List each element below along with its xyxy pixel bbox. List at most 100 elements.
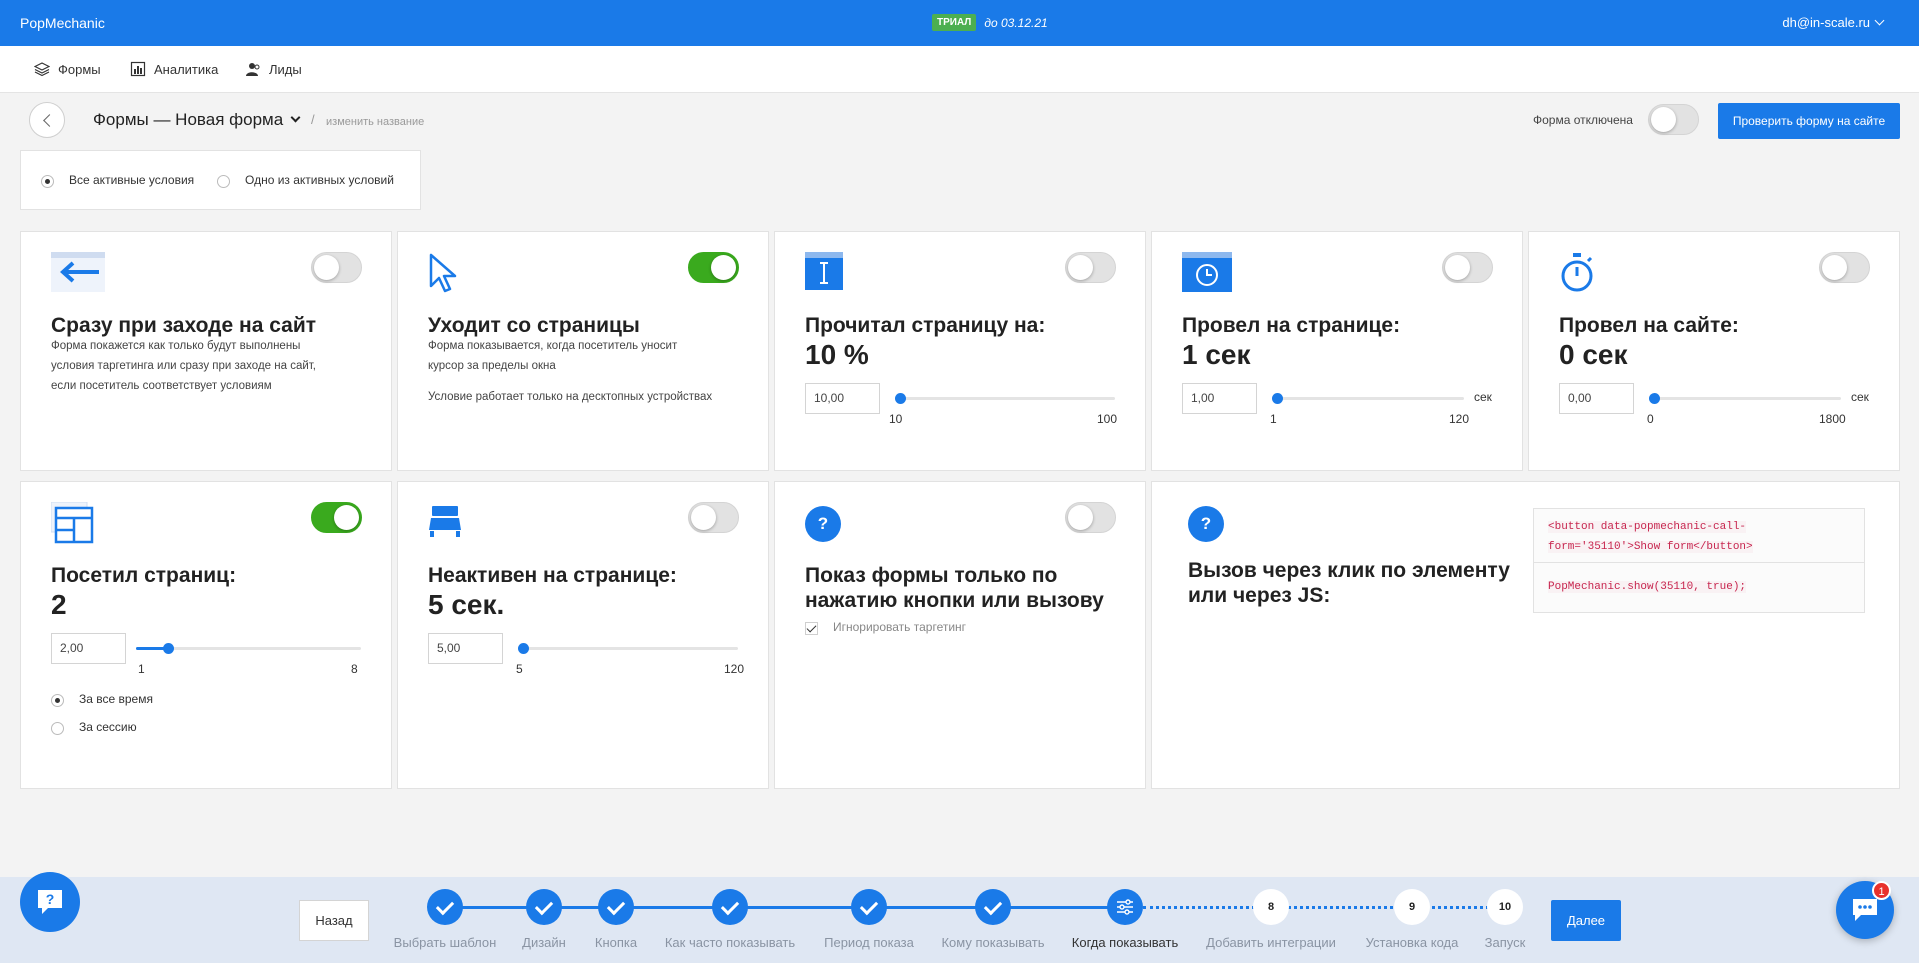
step-label[interactable]: Кнопка [595, 935, 637, 950]
page-title[interactable]: Формы — Новая форма [93, 110, 301, 130]
code-html-snippet[interactable]: <button data-popmechanic-call- form='351… [1533, 508, 1865, 563]
step-7-circle[interactable] [1107, 889, 1143, 925]
nav-item-leads[interactable]: Лиды [245, 61, 302, 77]
card-value: 1 сек [1182, 339, 1251, 370]
button-only-toggle[interactable] [1065, 502, 1116, 533]
code-line: <button data-popmechanic-call- [1548, 521, 1747, 533]
time-on-page-toggle[interactable] [1442, 252, 1493, 283]
nav-item-forms[interactable]: Формы [34, 61, 101, 77]
trial-until: до 03.12.21 [984, 15, 1048, 30]
step-label[interactable]: Запуск [1485, 935, 1526, 950]
code-line: form='35110'>Show form</button> [1548, 541, 1753, 553]
step-4-circle[interactable] [712, 889, 748, 925]
read-page-input[interactable]: 10,00 [805, 383, 880, 414]
stopwatch-icon [1561, 253, 1593, 292]
radio-all-conditions[interactable] [41, 175, 54, 188]
card-inactive: Неактивен на странице: 5 сек. 5,00 5 120 [397, 481, 769, 789]
back-button[interactable] [29, 102, 65, 138]
user-email: dh@in-scale.ru [1782, 15, 1870, 30]
chevron-down-icon [290, 112, 301, 123]
step-label[interactable]: Кому показывать [941, 935, 1044, 950]
inactive-slider[interactable] [518, 643, 738, 654]
step-label[interactable]: Установка кода [1366, 935, 1459, 950]
step-label-current[interactable]: Когда показывать [1072, 935, 1178, 950]
read-page-slider[interactable] [895, 393, 1115, 404]
desc-line: курсор за пределы окна [428, 360, 556, 372]
card-title: Вызов через клик по элементу или через J… [1188, 558, 1510, 608]
on-exit-toggle[interactable] [688, 252, 739, 283]
read-page-toggle[interactable] [1065, 252, 1116, 283]
ignore-targeting-label: Игнорировать таргетинг [833, 620, 967, 634]
card-value: 0 сек [1559, 339, 1628, 370]
trial-badge: ТРИАЛ [932, 14, 977, 31]
slider-thumb[interactable] [1272, 393, 1283, 404]
slider-thumb[interactable] [163, 643, 174, 654]
brand-logo[interactable]: PopMechanic [20, 15, 105, 31]
card-value: 10 % [805, 339, 869, 370]
pages-visited-toggle[interactable] [311, 502, 362, 533]
time-on-site-slider[interactable] [1649, 393, 1841, 404]
radio-session[interactable] [51, 722, 64, 735]
step-10-circle[interactable]: 10 [1487, 889, 1523, 925]
step-5-circle[interactable] [851, 889, 887, 925]
card-on-exit: Уходит со страницы Форма показывается, к… [397, 231, 769, 471]
help-chat-icon: ? [38, 890, 62, 914]
pages-visited-input[interactable]: 2,00 [51, 633, 126, 664]
form-enabled-toggle[interactable] [1648, 104, 1699, 135]
radio-any-condition[interactable] [217, 175, 230, 188]
ignore-targeting-checkbox[interactable] [805, 622, 818, 635]
pages-visited-slider[interactable] [136, 643, 361, 654]
code-js-snippet[interactable]: PopMechanic.show(35110, true); [1533, 562, 1865, 613]
slider-max: 120 [1449, 412, 1470, 426]
trial-info: ТРИАЛ до 03.12.21 [932, 14, 1048, 31]
step-2-circle[interactable] [526, 889, 562, 925]
nav-item-label: Аналитика [154, 61, 219, 77]
step-label[interactable]: Выбрать шаблон [394, 935, 497, 950]
time-on-page-slider[interactable] [1272, 393, 1464, 404]
slider-min: 1 [1270, 412, 1277, 426]
step-label[interactable]: Добавить интеграции [1206, 935, 1336, 950]
card-title: Прочитал страницу на: [805, 314, 1046, 337]
title-separator: / [311, 112, 315, 127]
help-button[interactable]: ? [20, 872, 80, 932]
bed-icon [429, 506, 461, 537]
card-title: Неактивен на странице: [428, 564, 677, 587]
svg-text:?: ? [46, 891, 55, 907]
desc-line: условия таргетинга или сразу при заходе … [51, 360, 316, 372]
wizard-back-button[interactable]: Назад [299, 900, 369, 941]
cursor-icon [429, 253, 457, 293]
card-title: Уходит со страницы [428, 314, 640, 337]
user-menu[interactable]: dh@in-scale.ru [1782, 15, 1885, 30]
step-3-circle[interactable] [598, 889, 634, 925]
step-label[interactable]: Дизайн [522, 935, 566, 950]
check-form-button[interactable]: Проверить форму на сайте [1718, 103, 1900, 139]
time-on-site-input[interactable]: 0,00 [1559, 383, 1634, 414]
slider-thumb[interactable] [1649, 393, 1660, 404]
slider-min: 0 [1647, 412, 1654, 426]
step-8-circle[interactable]: 8 [1253, 889, 1289, 925]
slider-thumb[interactable] [895, 393, 906, 404]
card-read-page: Прочитал страницу на: 10 % 10,00 10 100 [774, 231, 1146, 471]
step-1-circle[interactable] [427, 889, 463, 925]
slider-min: 1 [138, 662, 145, 676]
title-line: или через JS: [1188, 584, 1331, 607]
step-9-circle[interactable]: 9 [1394, 889, 1430, 925]
on-enter-toggle[interactable] [311, 252, 362, 283]
time-on-site-toggle[interactable] [1819, 252, 1870, 283]
rename-link[interactable]: изменить название [326, 116, 424, 128]
progress-line-todo [1143, 906, 1501, 909]
card-js-call: ? Вызов через клик по элементу или через… [1151, 481, 1900, 789]
step-label[interactable]: Как часто показывать [665, 935, 795, 950]
scroll-page-icon [805, 252, 843, 290]
step-label[interactable]: Период показа [824, 935, 914, 950]
inactive-toggle[interactable] [688, 502, 739, 533]
title-line: Вызов через клик по элементу [1188, 559, 1510, 582]
inactive-input[interactable]: 5,00 [428, 633, 503, 664]
slider-thumb[interactable] [518, 643, 529, 654]
step-6-circle[interactable] [975, 889, 1011, 925]
code-line: PopMechanic.show(35110, true); [1548, 581, 1747, 593]
radio-all-time[interactable] [51, 694, 64, 707]
nav-item-analytics[interactable]: Аналитика [130, 61, 218, 77]
wizard-next-button[interactable]: Далее [1551, 900, 1621, 941]
time-on-page-input[interactable]: 1,00 [1182, 383, 1257, 414]
